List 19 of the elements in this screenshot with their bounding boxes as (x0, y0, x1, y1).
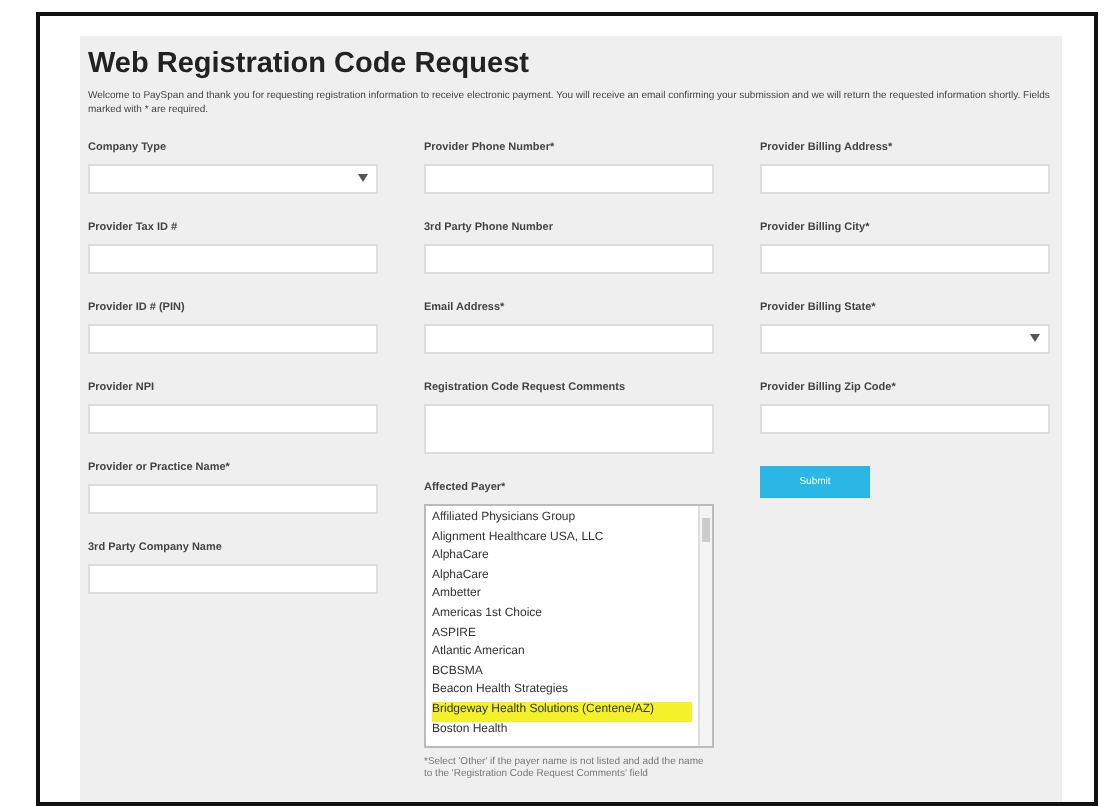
input-field[interactable] (424, 164, 714, 194)
comments-field[interactable] (424, 404, 714, 454)
caret-icon (358, 174, 368, 182)
dropdown-field[interactable] (760, 324, 1050, 354)
input-field[interactable] (88, 324, 378, 354)
input-field[interactable] (424, 324, 714, 354)
input-field[interactable] (760, 404, 1050, 434)
input-field[interactable] (760, 164, 1050, 194)
page-title: Web Registration Code Request (88, 48, 531, 80)
input-field[interactable] (88, 484, 378, 514)
input-field[interactable] (88, 564, 378, 594)
input-field[interactable] (760, 244, 1050, 274)
payer-listbox[interactable] (424, 504, 714, 748)
input-field[interactable] (88, 244, 378, 274)
input-field[interactable] (424, 244, 714, 274)
caret-icon (1030, 334, 1040, 342)
scrollbar[interactable] (698, 506, 712, 746)
dropdown-field[interactable] (88, 164, 378, 194)
input-field[interactable] (88, 404, 378, 434)
